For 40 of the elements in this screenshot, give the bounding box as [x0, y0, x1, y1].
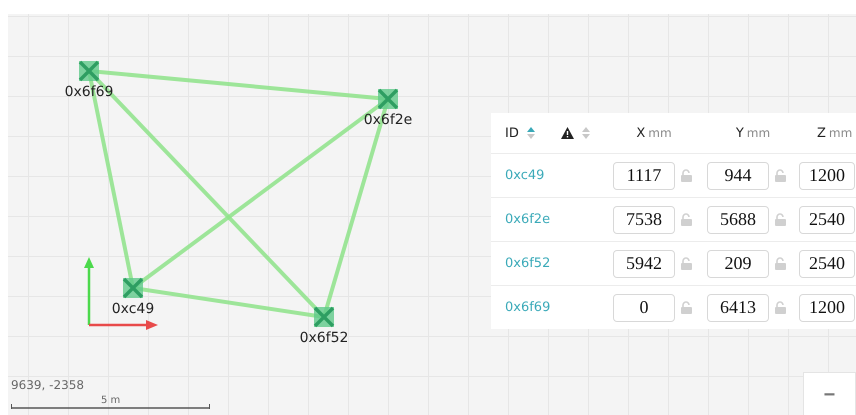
z-input[interactable]: 2540 [799, 206, 855, 234]
y-input[interactable]: 6413 [707, 294, 769, 322]
warning-icon [561, 127, 574, 139]
anchor-label: 0x6f2e [364, 112, 412, 128]
anchor-marker[interactable] [78, 60, 100, 82]
map-canvas[interactable]: 0x6f69 0x6f2e 0xc49 0x6f52 9639, -2358 5 m ID X mm Y mm Z mm 0xc49 1117 944 1200 0x6f2e 7538 5688 2540 0x6f52 5942 209 2540 0x6f69 0 6413 1200 − [8, 14, 856, 415]
cursor-coordinates: 9639, -2358 [11, 378, 84, 392]
z-input[interactable]: 1200 [799, 162, 855, 190]
padlock-icon[interactable] [681, 301, 692, 314]
x-input[interactable]: 5942 [613, 250, 675, 278]
sort-icon[interactable] [582, 127, 590, 139]
anchor-marker[interactable] [122, 277, 144, 299]
column-header[interactable]: X mm [636, 126, 672, 140]
padlock-icon[interactable] [775, 257, 786, 270]
column-header[interactable]: Y mm [736, 126, 770, 140]
anchor-label: 0xc49 [112, 301, 154, 317]
padlock-icon[interactable] [681, 169, 692, 182]
sort-icon[interactable] [526, 127, 535, 139]
z-input[interactable]: 2540 [799, 250, 855, 278]
padlock-icon[interactable] [775, 169, 786, 182]
x-axis-arrow [89, 320, 158, 330]
anchor-label: 0x6f69 [64, 84, 114, 100]
column-header[interactable]: ID [505, 126, 519, 140]
scale-label: 5 m [101, 395, 120, 406]
x-input[interactable]: 0 [613, 294, 675, 322]
column-header[interactable]: Z mm [817, 126, 852, 140]
padlock-icon[interactable] [775, 301, 786, 314]
x-input[interactable]: 7538 [613, 206, 675, 234]
padlock-icon[interactable] [681, 257, 692, 270]
padlock-icon[interactable] [681, 213, 692, 226]
y-axis-arrow [84, 257, 94, 325]
y-input[interactable]: 5688 [707, 206, 769, 234]
y-input[interactable]: 209 [707, 250, 769, 278]
anchor-label: 0x6f52 [300, 330, 348, 346]
x-input[interactable]: 1117 [613, 162, 675, 190]
padlock-icon[interactable] [775, 213, 786, 226]
z-input[interactable]: 1200 [799, 294, 855, 322]
y-input[interactable]: 944 [707, 162, 769, 190]
anchor-marker[interactable] [377, 88, 399, 110]
anchor-marker[interactable] [313, 306, 335, 328]
